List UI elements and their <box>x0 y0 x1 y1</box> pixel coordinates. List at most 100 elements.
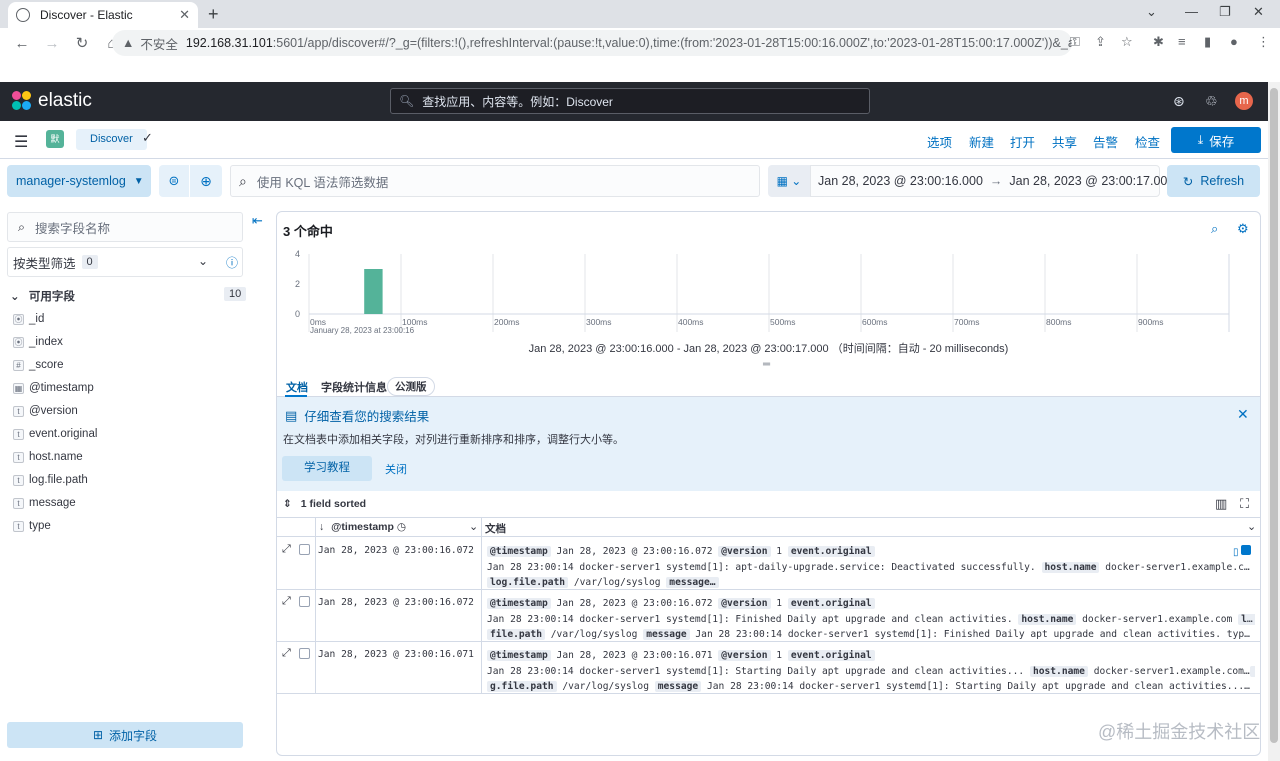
field-item[interactable]: t message <box>13 493 76 513</box>
expand-row-icon[interactable]: ⤢ <box>282 595 291 608</box>
field-item[interactable]: # _score <box>13 355 64 375</box>
refresh-button[interactable]: ↻ Refresh <box>1167 165 1260 197</box>
chevron-down-icon[interactable]: ⌄ <box>1247 520 1256 533</box>
page-scrollbar[interactable] <box>1268 82 1280 761</box>
profile-icon[interactable]: ● <box>1230 34 1238 49</box>
field-item[interactable]: ⦿ _id <box>13 309 44 329</box>
quick-date-picker[interactable]: ▦ ⌄ <box>768 165 810 197</box>
data-view-picker[interactable]: manager-systemlog ▼ <box>7 165 151 197</box>
new-tab-icon[interactable]: + <box>208 4 219 25</box>
document-column-header[interactable]: 文档 <box>485 521 506 536</box>
global-search-input[interactable]: 🔍︎ 查找应用、内容等。例如：Discover <box>390 88 870 114</box>
doc-field-key: message <box>643 629 690 640</box>
minimize-icon[interactable]: — <box>1185 4 1198 19</box>
take-tour-button[interactable]: 学习教程 <box>282 456 372 481</box>
fullscreen-icon[interactable]: ⛶ <box>1240 496 1249 512</box>
copy-icon[interactable]: ▯ <box>1233 547 1239 558</box>
field-search-input[interactable]: ⌕ 搜索字段名称 <box>7 212 243 242</box>
add-field-button[interactable]: ⊞ 添加字段 <box>7 722 243 748</box>
start-date[interactable]: Jan 28, 2023 @ 23:00:16.000 <box>818 174 983 188</box>
filter-menu-button[interactable]: ⊜ <box>159 165 189 197</box>
help-icon[interactable]: ⊛ <box>1173 93 1185 110</box>
dismiss-button[interactable]: 关闭 <box>385 461 407 477</box>
browser-tab-bar: Discover - Elastic ✕ + ⌄ — ❐ ✕ <box>0 0 1280 28</box>
available-fields-header[interactable]: ⌄ 可用字段 10 <box>10 287 247 304</box>
table-row[interactable]: ⤢ Jan 28, 2023 @ 23:00:16.072 @timestamp J… <box>277 590 1260 642</box>
field-item[interactable]: t event.original <box>13 424 97 444</box>
extensions-icon[interactable]: ✱ <box>1153 34 1164 50</box>
forward-icon[interactable]: → <box>44 35 60 52</box>
chevron-down-icon[interactable]: ⌄ <box>469 520 478 533</box>
density-icon[interactable]: ▥ <box>1215 496 1227 512</box>
save-button[interactable]: ⤓ 保存 <box>1171 127 1261 153</box>
browser-menu-icon[interactable]: ⋮ <box>1257 34 1270 50</box>
table-row[interactable]: ⤢ Jan 28, 2023 @ 23:00:16.071 @timestamp J… <box>277 642 1260 694</box>
tab-close-icon[interactable]: ✕ <box>179 7 190 23</box>
reload-icon[interactable]: ↻ <box>74 34 90 52</box>
info-icon[interactable]: ⓘ <box>226 254 238 271</box>
field-item[interactable]: t log.file.path <box>13 470 88 490</box>
alerts-link[interactable]: 告警 <box>1093 132 1118 151</box>
new-link[interactable]: 新建 <box>969 132 994 151</box>
key-icon[interactable]: ⚿ <box>1070 34 1080 50</box>
news-icon[interactable]: ♲ <box>1205 93 1218 110</box>
breadcrumb[interactable]: Discover <box>76 129 147 150</box>
options-link[interactable]: 选项 <box>927 132 952 151</box>
tab-field-stats[interactable]: 字段统计信息 <box>321 379 387 395</box>
selected-checkbox-icon[interactable] <box>1240 545 1251 555</box>
close-window-icon[interactable]: ✕ <box>1253 4 1264 20</box>
field-item[interactable]: ▦ @timestamp <box>13 378 94 398</box>
field-item[interactable]: t type <box>13 516 51 536</box>
doc-field-key: lo <box>1249 665 1255 677</box>
collapse-sidebar-icon[interactable]: ⇤ <box>252 213 263 229</box>
gear-icon[interactable]: ⚙ <box>1237 221 1249 237</box>
histogram-bar[interactable] <box>364 269 383 314</box>
calendar-icon: ▦ ⌄ <box>776 174 802 188</box>
close-icon[interactable]: ✕ <box>1237 406 1249 423</box>
elastic-logo[interactable]: elastic <box>12 90 92 112</box>
side-panel-icon[interactable]: ▮ <box>1204 34 1211 50</box>
menu-icon[interactable]: ☰ <box>14 132 28 152</box>
doc-field-key: event.original <box>787 598 875 609</box>
kql-search-input[interactable]: ⌕ 使用 KQL 语法筛选数据 <box>230 165 760 197</box>
tab-search-icon[interactable]: ⌄ <box>1146 4 1157 20</box>
chart-options-icon[interactable]: ⌕ <box>1211 221 1218 237</box>
add-filter-button[interactable]: ⊕ <box>190 165 222 197</box>
table-row[interactable]: ⤢ Jan 28, 2023 @ 23:00:16.072 @timestamp J… <box>277 538 1260 590</box>
resize-handle-icon[interactable]: ═ <box>763 359 770 370</box>
row-checkbox[interactable] <box>299 596 310 607</box>
inspect-link[interactable]: 检查 <box>1135 132 1160 151</box>
row-checkbox[interactable] <box>299 544 310 555</box>
avatar[interactable]: m <box>1235 92 1253 110</box>
interval-text: Jan 28, 2023 @ 23:00:16.000 - Jan 28, 20… <box>528 343 1009 355</box>
date-range: Jan 28, 2023 @ 23:00:16.000 → Jan 28, 20… <box>810 165 1174 197</box>
address-bar-row: ← → ↻ ⌂ ▲ 不安全 192.168.31.101 :5601/app/d… <box>0 28 1280 58</box>
browser-tab[interactable]: Discover - Elastic ✕ <box>8 2 198 28</box>
field-item[interactable]: ⦿ _index <box>13 332 63 352</box>
filter-count-badge: 0 <box>81 255 98 269</box>
field-item[interactable]: t @version <box>13 401 78 421</box>
filter-by-type-button[interactable]: 按类型筛选 0 ⌄ ⓘ <box>7 247 243 277</box>
expand-row-icon[interactable]: ⤢ <box>282 543 291 556</box>
hits-count: 3 个命中 <box>283 224 333 239</box>
reading-list-icon[interactable]: ≡ <box>1178 34 1186 49</box>
share-icon[interactable]: ⇪ <box>1095 34 1106 50</box>
maximize-icon[interactable]: ❐ <box>1219 4 1231 20</box>
logo-text: elastic <box>38 90 92 111</box>
open-link[interactable]: 打开 <box>1010 132 1035 151</box>
tab-title: Discover - Elastic <box>40 8 133 22</box>
space-badge[interactable]: 默 <box>46 130 64 148</box>
timestamp-column-header[interactable]: ↓ @timestamp ◷ <box>319 521 406 533</box>
share-link[interactable]: 共享 <box>1052 132 1077 151</box>
sort-icon: ⇕ <box>283 498 292 510</box>
tab-documents[interactable]: 文档 <box>286 379 308 395</box>
back-icon[interactable]: ← <box>14 35 30 52</box>
bookmark-star-icon[interactable]: ☆ <box>1121 34 1133 50</box>
kibana-header: elastic 🔍︎ 查找应用、内容等。例如：Discover ⊛ ♲ m <box>0 82 1268 121</box>
field-item[interactable]: t host.name <box>13 447 83 467</box>
row-checkbox[interactable] <box>299 648 310 659</box>
end-date[interactable]: Jan 28, 2023 @ 23:00:17.000 <box>1009 174 1174 188</box>
expand-row-icon[interactable]: ⤢ <box>282 647 291 660</box>
url-input[interactable]: ▲ 不安全 192.168.31.101 :5601/app/discover#… <box>112 30 1072 56</box>
sorted-fields-button[interactable]: ⇕ 1 field sorted <box>283 498 366 510</box>
